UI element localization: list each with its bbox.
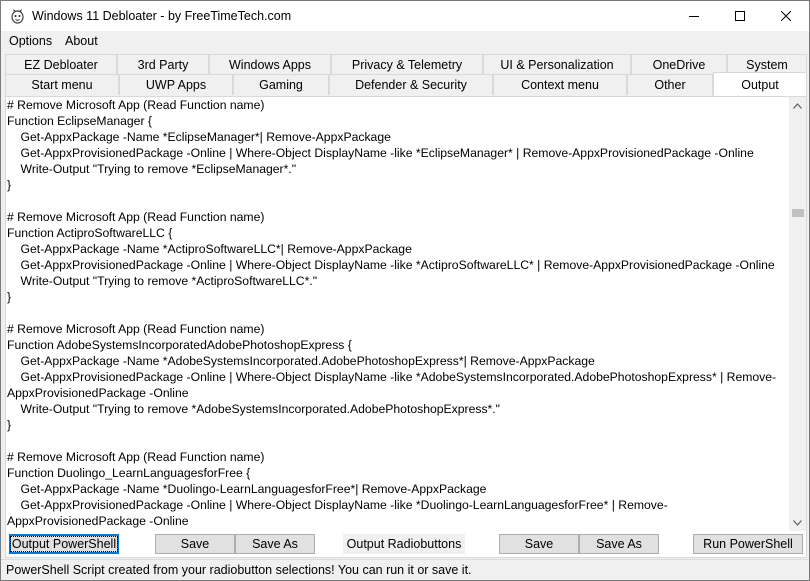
output-powershell-label: Output PowerShell	[9, 536, 119, 552]
tab-uwp-apps[interactable]: UWP Apps	[119, 74, 233, 95]
tab-defender-security[interactable]: Defender & Security	[329, 74, 493, 95]
output-textbox[interactable]: # Remove Microsoft App (Read Function na…	[7, 97, 789, 531]
status-bar: PowerShell Script created from your radi…	[1, 559, 809, 580]
save-radiobuttons-button[interactable]: Save	[499, 534, 579, 554]
save-as-button[interactable]: Save As	[235, 534, 315, 554]
save-as-radiobuttons-label: Save As	[596, 537, 642, 551]
close-icon	[781, 11, 791, 21]
app-window: Windows 11 Debloater - by FreeTimeTech.c…	[0, 0, 810, 581]
status-text: PowerShell Script created from your radi…	[6, 563, 472, 577]
powershell-script-text: # Remove Microsoft App (Read Function na…	[7, 98, 777, 531]
scroll-thumb[interactable]	[792, 209, 804, 217]
save-radiobuttons-label: Save	[524, 537, 554, 551]
tab-context-menu[interactable]: Context menu	[493, 74, 627, 95]
vertical-scrollbar[interactable]	[789, 97, 806, 531]
tab-other[interactable]: Other	[627, 74, 713, 95]
tab-ez-debloater[interactable]: EZ Debloater	[5, 54, 117, 75]
tab-windows-apps[interactable]: Windows Apps	[209, 54, 331, 75]
menu-options[interactable]: Options	[9, 34, 52, 48]
tab-3rd-party[interactable]: 3rd Party	[117, 54, 209, 75]
tab-privacy-telemetry[interactable]: Privacy & Telemetry	[331, 54, 483, 75]
tab-output[interactable]: Output	[713, 72, 807, 96]
tab-gaming[interactable]: Gaming	[233, 74, 329, 95]
menu-bar: Options About	[1, 31, 809, 52]
minimize-icon	[689, 16, 699, 17]
minimize-button[interactable]	[671, 1, 717, 31]
save-button[interactable]: Save	[155, 534, 235, 554]
save-as-radiobuttons-button[interactable]: Save As	[579, 534, 659, 554]
scroll-down-icon[interactable]	[789, 514, 806, 531]
title-bar[interactable]: Windows 11 Debloater - by FreeTimeTech.c…	[1, 1, 809, 31]
output-radiobuttons-label: Output Radiobuttons	[346, 537, 462, 551]
tab-start-menu[interactable]: Start menu	[5, 74, 119, 95]
output-radiobuttons-button[interactable]: Output Radiobuttons	[343, 534, 465, 554]
save-label: Save	[180, 537, 210, 551]
output-powershell-button[interactable]: Output PowerShell	[9, 534, 119, 554]
app-icon	[10, 8, 25, 24]
menu-about[interactable]: About	[65, 34, 98, 48]
maximize-button[interactable]	[717, 1, 763, 31]
save-as-label: Save As	[252, 537, 298, 551]
run-powershell-label: Run PowerShell	[703, 537, 793, 551]
maximize-icon	[735, 11, 745, 21]
tab-ui-personalization[interactable]: UI & Personalization	[483, 54, 631, 75]
run-powershell-button[interactable]: Run PowerShell	[693, 534, 803, 554]
scroll-up-icon[interactable]	[789, 97, 806, 114]
close-button[interactable]	[763, 1, 809, 31]
window-title: Windows 11 Debloater - by FreeTimeTech.c…	[32, 9, 292, 23]
